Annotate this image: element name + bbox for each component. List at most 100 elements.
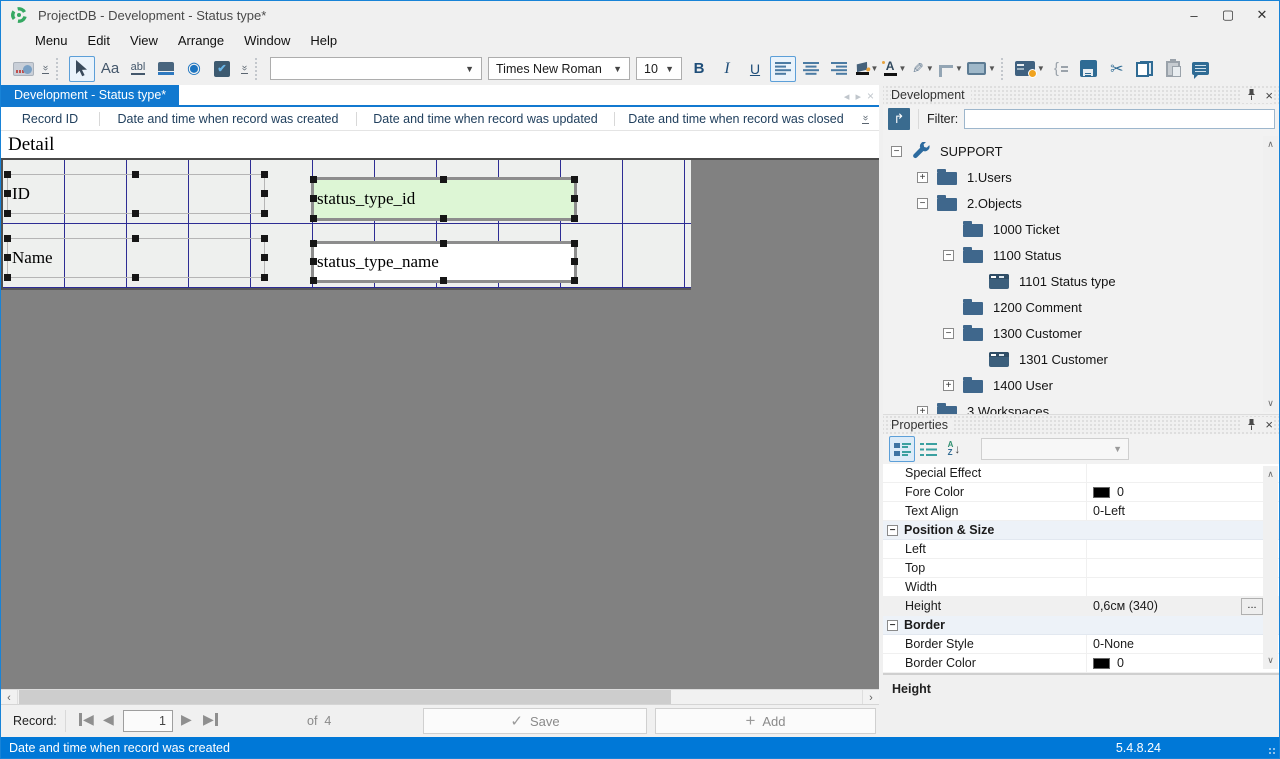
previous-record-button[interactable]: ◀ [103, 711, 114, 728]
collapse-icon[interactable]: − [943, 328, 954, 339]
property-row-border-style[interactable]: Border Style 0-None [883, 635, 1279, 654]
minimize-button[interactable]: – [1177, 1, 1211, 29]
selection-handle[interactable] [261, 190, 268, 197]
selection-handle[interactable] [4, 190, 11, 197]
filter-input[interactable] [964, 109, 1275, 129]
tree-item-1000-ticket[interactable]: 1000 Ticket [883, 216, 1279, 242]
font-size-combo[interactable]: 10▼ [636, 57, 682, 80]
property-row-left[interactable]: Left [883, 540, 1279, 559]
selection-handle[interactable] [571, 277, 578, 284]
scroll-down-arrow-icon[interactable]: ∨ [1267, 652, 1274, 669]
checkbox-tool-button[interactable]: ✔ [209, 56, 235, 82]
selection-handle[interactable] [4, 274, 11, 281]
column-header-created[interactable]: Date and time when record was created [99, 112, 356, 126]
selection-handle[interactable] [132, 171, 139, 178]
panel-close-icon[interactable]: × [1265, 417, 1273, 432]
align-center-button[interactable] [798, 56, 824, 82]
selection-handle[interactable] [261, 274, 268, 281]
label-name[interactable]: Name [7, 238, 265, 278]
property-row-fore-color[interactable]: Fore Color 0 [883, 483, 1279, 502]
maximize-button[interactable]: ▢ [1211, 1, 1245, 29]
last-record-button[interactable]: ▶ [203, 711, 218, 728]
selection-handle[interactable] [261, 254, 268, 261]
collapse-icon[interactable]: − [891, 146, 902, 157]
selection-handle[interactable] [571, 176, 578, 183]
paste-button[interactable] [1160, 56, 1186, 82]
tree-item-1200-comment[interactable]: 1200 Comment [883, 294, 1279, 320]
scrollbar-thumb[interactable] [19, 690, 671, 705]
selection-handle[interactable] [132, 235, 139, 242]
property-row-border-color[interactable]: Border Color 0 [883, 654, 1279, 673]
scroll-up-arrow-icon[interactable]: ∧ [1267, 466, 1274, 483]
menu-item-menu[interactable]: Menu [25, 31, 78, 50]
style-combo[interactable]: ▼ [270, 57, 482, 80]
horizontal-scrollbar[interactable]: ‹ › [1, 689, 879, 704]
tab-development-status-type[interactable]: Development - Status type* [1, 85, 179, 105]
scroll-down-arrow-icon[interactable]: ∨ [1267, 395, 1274, 412]
selection-handle[interactable] [310, 240, 317, 247]
property-row-width[interactable]: Width [883, 578, 1279, 597]
tree-item-support[interactable]: − SUPPORT [883, 138, 1279, 164]
selection-handle[interactable] [310, 176, 317, 183]
property-row-top[interactable]: Top [883, 559, 1279, 578]
menu-item-edit[interactable]: Edit [78, 31, 120, 50]
menu-item-arrange[interactable]: Arrange [168, 31, 234, 50]
tree-item-1400-user[interactable]: + 1400 User [883, 372, 1279, 398]
tree-item-3-workspaces[interactable]: + 3.Workspaces [883, 398, 1279, 414]
label-id[interactable]: ID [7, 174, 265, 214]
toolbar-grip[interactable] [56, 58, 63, 80]
italic-button[interactable]: I [714, 56, 740, 82]
property-row-special-effect[interactable]: Special Effect [883, 464, 1279, 483]
next-record-button[interactable]: ▶ [181, 711, 192, 728]
field-status-type-name[interactable]: status_type_name [311, 241, 577, 283]
underline-button[interactable]: U [742, 56, 768, 82]
property-object-combo[interactable]: ▼ [981, 438, 1129, 460]
radio-tool-button[interactable]: ◉ [181, 56, 207, 82]
tab-scroll-right-icon[interactable]: ▸ [855, 90, 861, 103]
tree-item-1101-status-type[interactable]: 1101 Status type [883, 268, 1279, 294]
column-header-record-id[interactable]: Record ID [1, 112, 99, 126]
collapse-icon[interactable]: − [917, 198, 928, 209]
font-color-button[interactable]: A▼ [882, 56, 908, 82]
close-button[interactable]: ✕ [1245, 1, 1279, 29]
selection-handle[interactable] [4, 235, 11, 242]
tree-item-1-users[interactable]: + 1.Users [883, 164, 1279, 190]
selection-handle[interactable] [440, 215, 447, 222]
bold-button[interactable]: B [686, 56, 712, 82]
pin-icon[interactable] [1246, 89, 1257, 101]
selection-handle[interactable] [261, 210, 268, 217]
scroll-up-arrow-icon[interactable]: ∧ [1267, 136, 1274, 153]
selection-handle[interactable] [310, 258, 317, 265]
categorized-view-button[interactable] [889, 436, 915, 462]
save-button[interactable] [1076, 56, 1102, 82]
sort-az-button[interactable]: AZ ↓ [941, 436, 967, 462]
selection-handle[interactable] [571, 240, 578, 247]
scroll-right-arrow-icon[interactable]: › [862, 690, 879, 705]
comment-button[interactable] [1188, 56, 1214, 82]
expand-icon[interactable]: + [943, 380, 954, 391]
selection-handle[interactable] [571, 215, 578, 222]
add-record-button[interactable]: + Add [655, 708, 876, 734]
border-style-button[interactable]: ▼ [938, 56, 964, 82]
field-status-type-id[interactable]: status_type_id [311, 177, 577, 221]
font-name-combo[interactable]: Times New Roman▼ [488, 57, 630, 80]
pin-icon[interactable] [1246, 419, 1257, 431]
first-record-button[interactable]: ◀ [79, 711, 94, 728]
property-category-position-size[interactable]: − Position & Size [883, 521, 1279, 540]
scroll-left-arrow-icon[interactable]: ‹ [1, 690, 18, 705]
selection-handle[interactable] [310, 277, 317, 284]
collapse-icon[interactable]: − [887, 620, 898, 631]
selection-handle[interactable] [261, 235, 268, 242]
property-row-text-align[interactable]: Text Align 0-Left [883, 502, 1279, 521]
overflow-chevron-icon[interactable]: » [39, 64, 51, 74]
panel-close-icon[interactable]: × [1265, 88, 1273, 103]
form-design-surface[interactable]: ID status_type_id Name status_type_name [1, 160, 691, 290]
button-tool-button[interactable] [153, 56, 179, 82]
tree-vertical-scrollbar[interactable]: ∧ ∨ [1263, 136, 1278, 412]
selection-handle[interactable] [310, 195, 317, 202]
property-category-border[interactable]: − Border [883, 616, 1279, 635]
selection-handle[interactable] [310, 215, 317, 222]
selection-handle[interactable] [440, 277, 447, 284]
tree-item-1301-customer[interactable]: 1301 Customer [883, 346, 1279, 372]
menu-item-view[interactable]: View [120, 31, 168, 50]
